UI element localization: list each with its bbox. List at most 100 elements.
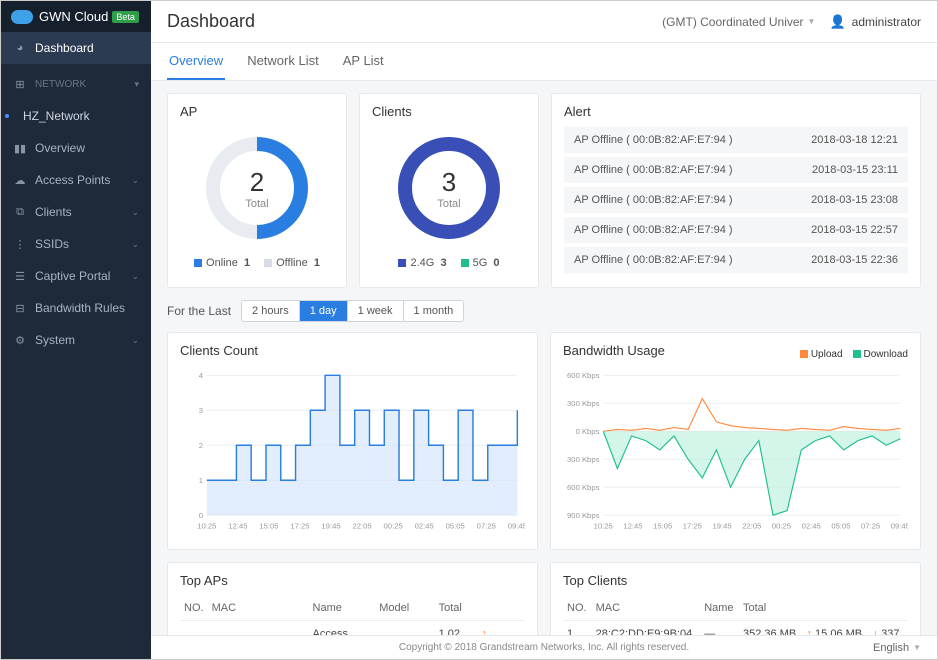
alert-time: 2018-03-15 22:57 <box>811 224 898 236</box>
sidebar-hz-network[interactable]: HZ_Network <box>1 100 151 132</box>
range-btn-1-month[interactable]: 1 month <box>404 301 464 321</box>
sidebar-label: NETWORK <box>35 79 86 90</box>
table-header <box>803 596 869 621</box>
range-btn-1-week[interactable]: 1 week <box>348 301 404 321</box>
sidebar-item-bandwidth-rules[interactable]: ⊟ Bandwidth Rules <box>1 292 151 324</box>
sidebar-label: Overview <box>35 141 85 155</box>
table-row[interactable]: 100:0B:82:AF:E7:94Access Poin...GWN76001… <box>180 621 525 636</box>
svg-text:12:45: 12:45 <box>228 522 247 531</box>
svg-text:15:05: 15:05 <box>653 522 672 531</box>
sidebar-item-system[interactable]: ⚙ System ⌄ <box>1 324 151 356</box>
tab-network-list[interactable]: Network List <box>245 43 321 80</box>
svg-text:600 Kbps: 600 Kbps <box>567 371 600 380</box>
table-header: MAC <box>208 596 309 621</box>
table-header: Total <box>739 596 803 621</box>
alert-row[interactable]: AP Offline ( 00:0B:82:AF:E7:94 )2018-03-… <box>564 247 908 273</box>
brand-logo-icon <box>11 10 33 24</box>
timezone-label: (GMT) Coordinated Univer <box>662 15 803 29</box>
alert-text: AP Offline ( 00:0B:82:AF:E7:94 ) <box>574 134 733 146</box>
sidebar-label: Captive Portal <box>35 269 110 283</box>
sidebar-dashboard[interactable]: ◕ Dashboard <box>1 32 151 64</box>
active-dot-icon <box>5 114 9 118</box>
sidebar-label: HZ_Network <box>23 109 90 123</box>
network-group-icon: ⊞ <box>13 78 27 91</box>
table-header <box>478 596 525 621</box>
timezone-selector[interactable]: (GMT) Coordinated Univer ▼ <box>662 15 815 29</box>
user-icon: 👤 <box>829 14 845 30</box>
svg-text:900 Kbps: 900 Kbps <box>567 511 600 520</box>
svg-text:07:25: 07:25 <box>861 522 880 531</box>
table-header: NO. <box>180 596 208 621</box>
sidebar-group-network[interactable]: ⊞ NETWORK ▾ <box>1 64 151 100</box>
ap-card-title: AP <box>180 104 334 119</box>
svg-text:10:25: 10:25 <box>594 522 613 531</box>
tab-ap-list[interactable]: AP List <box>341 43 386 80</box>
svg-text:09:45: 09:45 <box>508 522 525 531</box>
tabs: Overview Network List AP List <box>151 43 937 81</box>
svg-text:17:25: 17:25 <box>290 522 309 531</box>
copyright: Copyright © 2018 Grandstream Networks, I… <box>399 642 689 653</box>
svg-text:2: 2 <box>199 441 203 450</box>
alert-row[interactable]: AP Offline ( 00:0B:82:AF:E7:94 ) 2018-03-… <box>564 157 908 183</box>
svg-text:02:45: 02:45 <box>415 522 434 531</box>
table-header: Total <box>435 596 478 621</box>
svg-text:300 Kbps: 300 Kbps <box>567 455 600 464</box>
svg-text:0: 0 <box>199 511 203 520</box>
topbar: Dashboard (GMT) Coordinated Univer ▼ 👤 a… <box>151 1 937 43</box>
range-btn-1-day[interactable]: 1 day <box>300 301 348 321</box>
sidebar-item-clients[interactable]: ⧉ Clients ⌄ <box>1 196 151 228</box>
top-aps-card: Top APs NO.MACNameModelTotal 100:0B:82:A… <box>167 562 538 635</box>
alert-card-title: Alert <box>564 104 908 119</box>
table-header: Name <box>700 596 739 621</box>
ap-icon: ☁ <box>13 174 27 187</box>
svg-text:05:05: 05:05 <box>446 522 465 531</box>
top-clients-table: NO.MACNameTotal 128:C2:DD:E9:9B:04—352.3… <box>563 596 908 635</box>
alert-row[interactable]: AP Offline ( 00:0B:82:AF:E7:94 )2018-03-… <box>564 187 908 213</box>
alert-row[interactable]: AP Offline ( 00:0B:82:AF:E7:94 )2018-03-… <box>564 217 908 243</box>
legend-upload: Upload <box>800 349 843 360</box>
clients-total-label: Total <box>437 198 460 210</box>
svg-text:19:45: 19:45 <box>321 522 340 531</box>
table-header: Name <box>309 596 376 621</box>
clients-count-chart-card: Clients Count 01234 10:2512:4515:0517:25… <box>167 332 538 550</box>
table-row[interactable]: 128:C2:DD:E9:9B:04—352.36 MB↑ 15.06 MB↓ … <box>563 621 908 636</box>
alert-text: AP Offline ( 00:0B:82:AF:E7:94 ) <box>574 254 733 266</box>
tab-overview[interactable]: Overview <box>167 43 225 80</box>
clients-total-num: 3 <box>442 167 456 198</box>
alert-time: 2018-03-15 23:11 <box>812 164 898 176</box>
sidebar-item-captive-portal[interactable]: ☰ Captive Portal ⌄ <box>1 260 151 292</box>
alert-row[interactable]: AP Offline ( 00:0B:82:AF:E7:94 )2018-03-… <box>564 127 908 153</box>
svg-text:17:25: 17:25 <box>683 522 702 531</box>
chevron-down-icon: ▼ <box>808 17 816 26</box>
svg-text:12:45: 12:45 <box>623 522 642 531</box>
sidebar-item-access-points[interactable]: ☁ Access Points ⌄ <box>1 164 151 196</box>
alert-text: AP Offline ( 00:0B:82:AF:E7:94 ) <box>574 194 733 206</box>
svg-text:10:25: 10:25 <box>197 522 216 531</box>
svg-text:15:05: 15:05 <box>259 522 278 531</box>
svg-text:05:05: 05:05 <box>831 522 850 531</box>
range-btn-2-hours[interactable]: 2 hours <box>242 301 300 321</box>
alert-text: AP Offline ( 00:0B:82:AF:E7:94 ) <box>574 164 733 176</box>
sidebar-label: System <box>35 333 75 347</box>
clients-card: Clients 3 Total 2.4G <box>359 93 539 288</box>
svg-text:0 Kbps: 0 Kbps <box>576 427 600 436</box>
svg-text:600 Kbps: 600 Kbps <box>567 483 600 492</box>
sidebar-label: SSIDs <box>35 237 69 251</box>
table-header: NO. <box>563 596 592 621</box>
alert-card: Alert AP Offline ( 00:0B:82:AF:E7:94 ) 20… <box>551 93 921 288</box>
svg-text:300 Kbps: 300 Kbps <box>567 399 600 408</box>
chevron-down-icon: ▾ <box>134 79 139 90</box>
user-menu[interactable]: 👤 administrator <box>829 14 921 30</box>
svg-text:22:05: 22:05 <box>352 522 371 531</box>
chevron-down-icon: ⌄ <box>131 207 139 218</box>
top-aps-table: NO.MACNameModelTotal 100:0B:82:AF:E7:94A… <box>180 596 525 635</box>
chevron-down-icon: ⌄ <box>131 335 139 346</box>
clients-card-title: Clients <box>372 104 526 119</box>
language-selector[interactable]: English ▼ <box>873 642 921 654</box>
svg-text:19:45: 19:45 <box>712 522 731 531</box>
sidebar-item-overview[interactable]: ▮▮ Overview <box>1 132 151 164</box>
sidebar-item-ssids[interactable]: ⋮ SSIDs ⌄ <box>1 228 151 260</box>
top-clients-title: Top Clients <box>563 573 908 588</box>
sidebar: GWN Cloud Beta ◕ Dashboard ⊞ NETWORK ▾ H… <box>1 1 151 659</box>
brand-badge: Beta <box>112 11 139 23</box>
